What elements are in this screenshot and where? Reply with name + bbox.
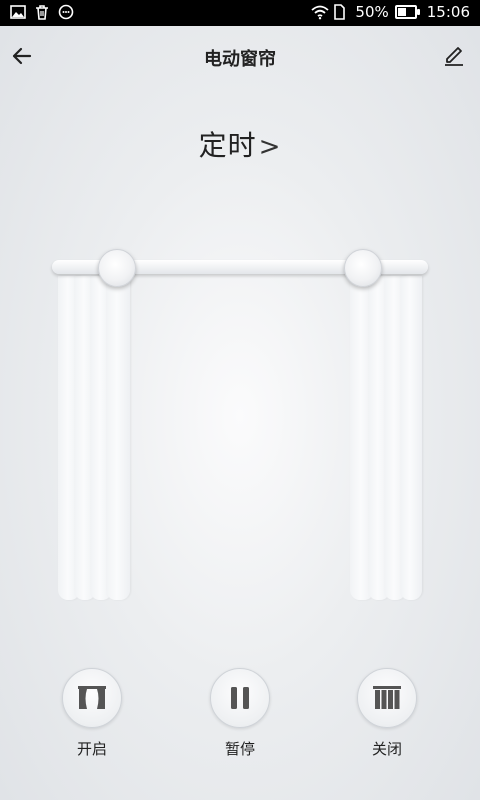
right-curtain-fold: [400, 276, 422, 600]
open-button-circle[interactable]: [62, 668, 122, 728]
image-icon: [10, 4, 26, 20]
close-button[interactable]: 关闭: [347, 668, 427, 759]
chat-bubble-icon: [58, 4, 74, 20]
page-title: 电动窗帘: [204, 49, 276, 70]
open-label: 开启: [76, 740, 107, 758]
left-curtain-fold: [106, 276, 130, 600]
pencil-icon: [445, 47, 463, 66]
battery-icon: [394, 5, 420, 19]
open-button[interactable]: 开启: [52, 668, 132, 759]
wifi-icon: [311, 4, 330, 20]
trash-icon: [34, 4, 50, 20]
pause-label: 暂停: [224, 740, 255, 758]
control-bar: 开启 暂停 关闭: [0, 668, 480, 768]
app-bar: 电动窗帘: [0, 26, 480, 88]
status-bar: 50% 15:06: [0, 0, 480, 26]
close-button-circle[interactable]: [357, 668, 417, 728]
left-curtain-handle[interactable]: [98, 249, 136, 287]
curtain-open-icon: [78, 686, 106, 709]
right-curtain-handle[interactable]: [344, 249, 382, 287]
curtain-close-icon: [373, 686, 401, 709]
pause-button[interactable]: 暂停: [200, 668, 280, 759]
pause-icon: [231, 687, 249, 709]
timer-link[interactable]: 定时>: [0, 124, 480, 164]
clock-time: 15:06: [426, 3, 470, 21]
pause-button-circle[interactable]: [210, 668, 270, 728]
battery-percent: 50%: [355, 3, 389, 21]
curtain-visual: [0, 240, 480, 620]
timer-label: 定时: [198, 129, 257, 162]
sim-icon: [333, 4, 349, 20]
chevron-right-icon: >: [258, 132, 282, 162]
close-label: 关闭: [371, 740, 402, 758]
edit-button[interactable]: [440, 42, 468, 70]
